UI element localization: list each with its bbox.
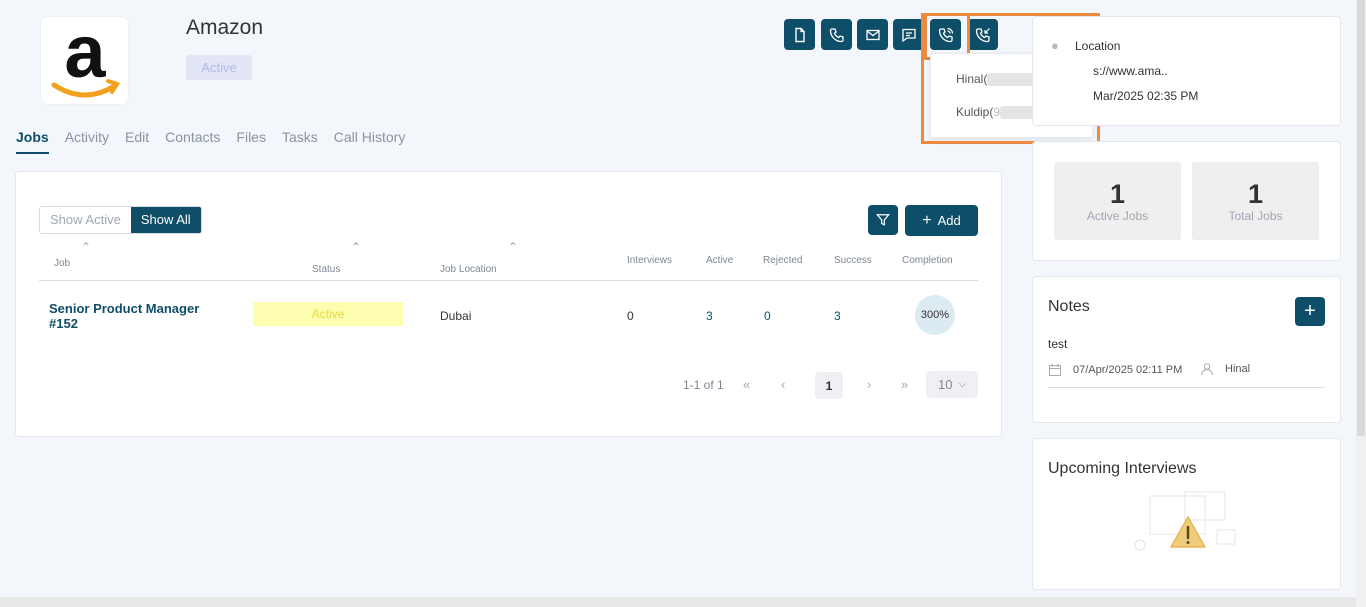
company-location: Location xyxy=(1075,39,1121,53)
company-tabs: Jobs Activity Edit Contacts Files Tasks … xyxy=(16,129,421,154)
column-location: Job Location xyxy=(440,264,497,275)
column-active: Active xyxy=(706,255,734,266)
tab-edit[interactable]: Edit xyxy=(125,129,149,154)
column-interviews: Interviews xyxy=(627,255,673,266)
horizontal-scrollbar[interactable] xyxy=(0,597,1356,607)
notes-title: Notes xyxy=(1048,298,1090,315)
location-pin-icon: ● xyxy=(1051,38,1059,53)
svg-text:a: a xyxy=(64,19,106,93)
empty-state-warning-icon xyxy=(1134,491,1236,551)
add-note-button[interactable]: + xyxy=(1295,297,1325,326)
next-page-icon[interactable]: › xyxy=(867,377,871,392)
tab-activity[interactable]: Activity xyxy=(65,129,109,154)
show-active-toggle[interactable]: Show Active xyxy=(40,207,131,233)
job-filter-toggle: Show Active Show All xyxy=(39,206,202,234)
column-rejected: Rejected xyxy=(763,255,803,266)
tab-call-history[interactable]: Call History xyxy=(334,129,406,154)
filter-button[interactable] xyxy=(868,205,898,235)
tab-contacts[interactable]: Contacts xyxy=(165,129,220,154)
pagination-range: 1-1 of 1 xyxy=(683,378,724,392)
phone-icon xyxy=(829,27,844,42)
job-completion: 300% xyxy=(915,295,955,335)
message-icon xyxy=(901,28,916,42)
document-button[interactable] xyxy=(784,19,815,50)
job-title-link[interactable]: Senior Product Manager #152 xyxy=(49,301,209,331)
sort-location-icon[interactable]: ⌃ xyxy=(508,240,518,254)
active-jobs-stat: 1 Active Jobs xyxy=(1054,162,1181,240)
plus-icon: + xyxy=(922,211,932,229)
note-date: 07/Apr/2025 02:11 PM xyxy=(1073,364,1183,376)
first-page-icon[interactable]: « xyxy=(743,377,750,392)
plus-icon: + xyxy=(1304,300,1316,322)
message-button[interactable] xyxy=(893,19,924,50)
vertical-scrollbar-thumb[interactable] xyxy=(1357,0,1365,436)
user-icon xyxy=(1201,363,1213,376)
column-completion: Completion xyxy=(902,255,953,266)
phone-button[interactable] xyxy=(821,19,852,50)
amazon-logo-icon: a xyxy=(51,19,120,97)
company-created-date: Mar/2025 02:35 PM xyxy=(1093,89,1199,103)
column-job: Job xyxy=(54,258,71,269)
last-page-icon[interactable]: » xyxy=(901,377,908,392)
email-button[interactable] xyxy=(857,19,888,50)
job-location: Dubai xyxy=(440,309,472,323)
show-all-toggle[interactable]: Show All xyxy=(130,207,201,233)
company-info-card xyxy=(1032,16,1341,126)
tab-files[interactable]: Files xyxy=(236,129,266,154)
company-name: Amazon xyxy=(186,16,264,39)
job-active-count[interactable]: 3 xyxy=(706,309,713,323)
current-page[interactable]: 1 xyxy=(815,372,843,399)
note-divider xyxy=(1048,387,1325,388)
table-header-divider xyxy=(39,280,978,281)
note-author: Hinal xyxy=(1225,363,1251,375)
company-logo: a xyxy=(40,16,129,105)
job-status-badge: Active xyxy=(253,302,403,326)
sort-job-icon[interactable]: ⌃ xyxy=(81,240,91,254)
job-interviews: 0 xyxy=(627,309,634,323)
document-icon xyxy=(794,27,805,42)
note-text: test xyxy=(1048,337,1068,351)
mail-icon xyxy=(865,29,880,40)
calendar-icon xyxy=(1049,364,1061,376)
prev-page-icon[interactable]: ‹ xyxy=(781,377,785,392)
tab-tasks[interactable]: Tasks xyxy=(282,129,318,154)
chevron-down-icon: ⌵ xyxy=(958,379,967,390)
filter-icon xyxy=(876,214,890,226)
sort-status-icon[interactable]: ⌃ xyxy=(351,240,361,254)
column-success: Success xyxy=(834,255,872,266)
job-rejected-count[interactable]: 0 xyxy=(764,309,771,323)
job-success-count[interactable]: 3 xyxy=(834,309,841,323)
company-status-badge: Active xyxy=(186,55,252,80)
company-website[interactable]: s://www.ama.. xyxy=(1093,64,1168,78)
add-job-button[interactable]: + Add xyxy=(905,205,978,236)
page-size-select[interactable]: 10 ⌵ xyxy=(926,371,978,398)
column-status: Status xyxy=(312,264,341,275)
tab-jobs[interactable]: Jobs xyxy=(16,129,49,154)
upcoming-interviews-title: Upcoming Interviews xyxy=(1048,460,1197,477)
total-jobs-stat: 1 Total Jobs xyxy=(1192,162,1319,240)
